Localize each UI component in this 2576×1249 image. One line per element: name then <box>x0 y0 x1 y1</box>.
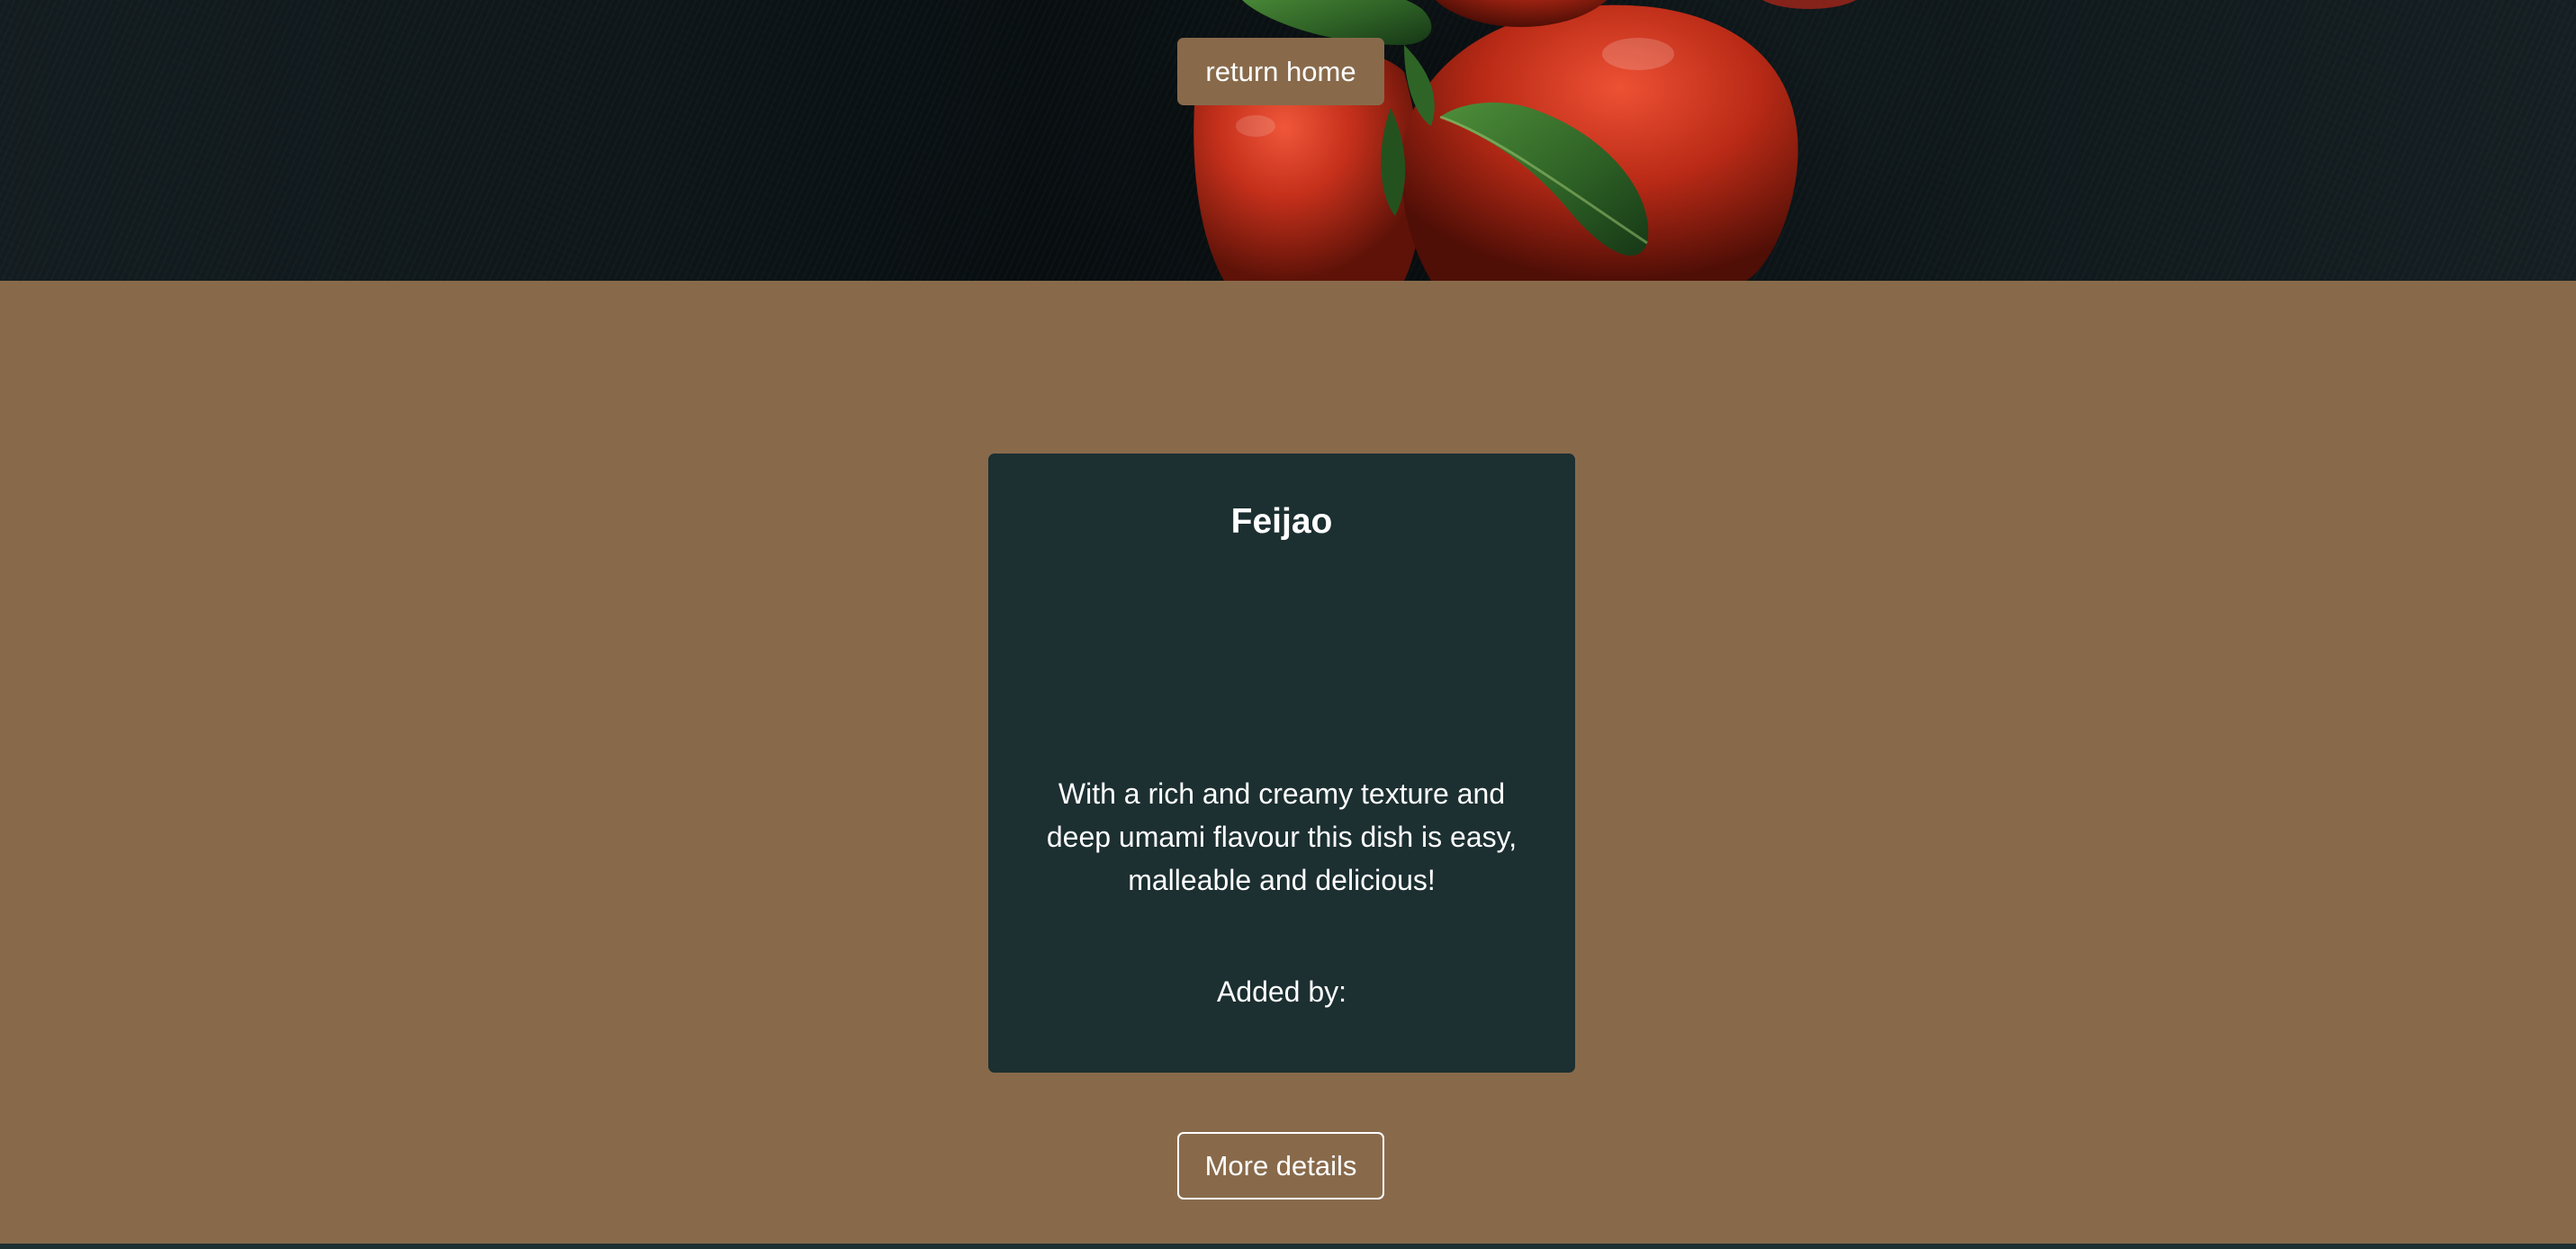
recipe-card: Feijao With a rich and creamy texture an… <box>988 454 1575 1200</box>
more-details-button[interactable]: More details <box>1177 1132 1384 1200</box>
recipe-description: With a rich and creamy texture and deep … <box>1046 777 1518 896</box>
recipe-page: return home Feijao With a rich and cream… <box>0 0 2576 1249</box>
added-by-label: Added by: <box>1216 975 1347 1008</box>
hero-banner: return home <box>0 0 2576 281</box>
return-home-button[interactable]: return home <box>1177 38 1384 105</box>
footer-edge <box>0 1244 2576 1249</box>
main-content: Feijao With a rich and creamy texture an… <box>0 281 2576 1244</box>
recipe-title: Feijao <box>1230 502 1333 541</box>
